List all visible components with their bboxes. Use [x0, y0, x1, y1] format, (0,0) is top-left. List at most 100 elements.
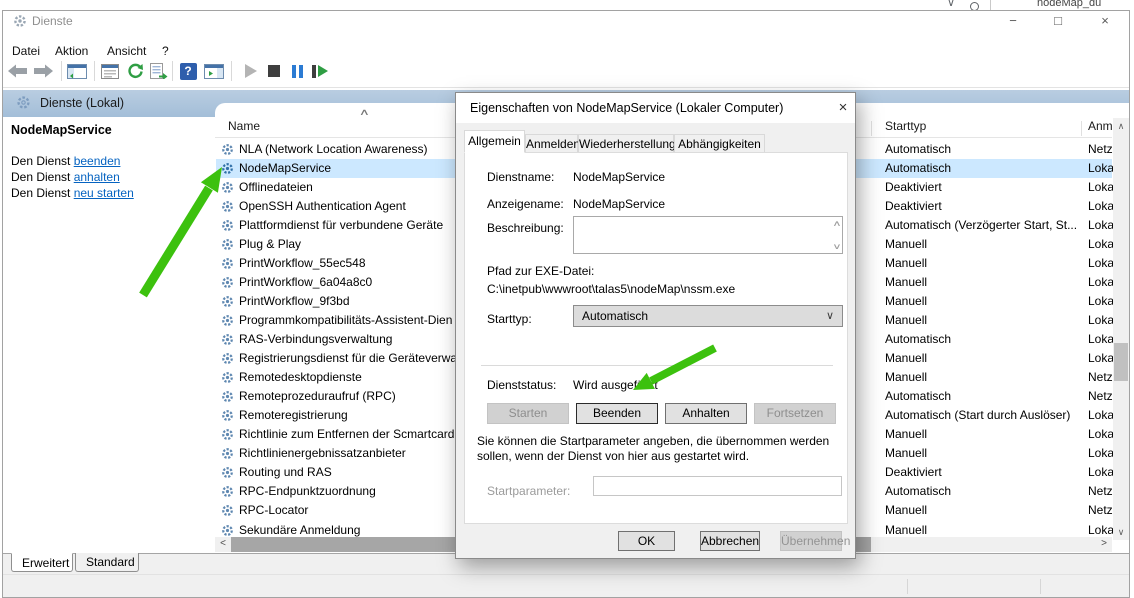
- start-service-button[interactable]: [240, 60, 262, 82]
- service-starttype: Manuell: [885, 368, 1085, 387]
- column-header-name[interactable]: Name: [228, 119, 260, 133]
- startparameter-input[interactable]: [593, 476, 842, 496]
- dialog-close-icon[interactable]: ×: [832, 97, 854, 119]
- tab-erweitert[interactable]: Erweitert: [11, 553, 73, 572]
- service-starttype: Automatisch: [885, 387, 1085, 406]
- close-button[interactable]: ×: [1090, 12, 1120, 30]
- service-gear-icon: [221, 524, 234, 537]
- service-gear-icon: [221, 238, 234, 251]
- service-logonas: Loka: [1088, 254, 1113, 273]
- restart-service-link[interactable]: neu starten: [74, 186, 134, 200]
- column-header-anmelden[interactable]: Anmelden als: [1088, 119, 1112, 133]
- restart-icon: [312, 65, 328, 78]
- starten-button[interactable]: Starten: [487, 403, 569, 424]
- column-header-starttyp[interactable]: Starttyp: [885, 119, 926, 133]
- service-gear-icon: [221, 447, 234, 460]
- service-starttype: Automatisch: [885, 140, 1085, 159]
- service-logonas: Loka: [1088, 292, 1113, 311]
- service-starttype: Deaktiviert: [885, 178, 1085, 197]
- scroll-down-icon[interactable]: ∨: [1113, 524, 1129, 540]
- restart-service-button[interactable]: [309, 60, 331, 82]
- service-gear-icon: [221, 409, 234, 422]
- action-pane-button[interactable]: [203, 60, 225, 82]
- vertical-scrollbar[interactable]: ∧ ∨: [1113, 118, 1129, 540]
- toolbar-separator: [231, 61, 232, 81]
- uebernehmen-button[interactable]: Übernehmen: [780, 531, 842, 551]
- ok-button[interactable]: OK: [618, 531, 675, 551]
- banner-title: Dienste (Lokal): [40, 96, 124, 110]
- service-gear-icon: [221, 504, 234, 517]
- service-gear-icon: [221, 200, 234, 213]
- starttyp-dropdown[interactable]: Automatisch ∨: [573, 305, 843, 327]
- toolbar-separator: [94, 61, 95, 81]
- service-logonas: Loka: [1088, 273, 1113, 292]
- service-logonas: Loka: [1088, 444, 1113, 463]
- divider: [990, 0, 991, 10]
- tab-standard[interactable]: Standard: [75, 553, 139, 572]
- service-starttype: Manuell: [885, 311, 1085, 330]
- abbrechen-button[interactable]: Abbrechen: [700, 531, 760, 551]
- service-starttype: Automatisch: [885, 159, 1085, 178]
- tab-abhaengigkeiten[interactable]: Abhängigkeiten: [674, 134, 765, 153]
- statusbar-divider: [907, 579, 908, 594]
- startparameter-hint: Sie können die Startparameter angeben, d…: [477, 434, 851, 464]
- anzeigename-value: NodeMapService: [573, 197, 665, 211]
- spin-up-icon[interactable]: ∧: [832, 219, 841, 228]
- tab-allgemein[interactable]: Allgemein: [464, 130, 525, 153]
- export-list-button[interactable]: [148, 60, 170, 82]
- forward-button[interactable]: [32, 60, 54, 82]
- service-logonas: Loka: [1088, 197, 1113, 216]
- service-logonas: Loka: [1088, 406, 1113, 425]
- column-divider[interactable]: [871, 121, 872, 136]
- anhalten-button[interactable]: Anhalten: [665, 403, 747, 424]
- stop-service-button[interactable]: [263, 60, 285, 82]
- beenden-button[interactable]: Beenden: [576, 403, 658, 424]
- console-tree-button[interactable]: [66, 60, 88, 82]
- tab-anmelden[interactable]: Anmelden: [525, 134, 578, 153]
- menu-ansicht[interactable]: Ansicht: [103, 42, 150, 60]
- startparameter-label: Startparameter:: [487, 484, 570, 498]
- service-starttype: Manuell: [885, 349, 1085, 368]
- maximize-button[interactable]: □: [1043, 12, 1073, 30]
- menu-datei[interactable]: Datei: [8, 42, 44, 60]
- sort-ascending-icon: ∧: [359, 107, 370, 118]
- service-logonas: Loka: [1088, 216, 1113, 235]
- service-logonas: Loka: [1088, 159, 1113, 178]
- stop-icon: [268, 65, 280, 77]
- beschreibung-textarea[interactable]: ∧ ∨: [573, 216, 843, 254]
- column-divider[interactable]: [1081, 121, 1082, 136]
- fortsetzen-button[interactable]: Fortsetzen: [754, 403, 836, 424]
- service-logonas: Loka: [1088, 311, 1113, 330]
- stop-service-link[interactable]: beenden: [74, 154, 121, 168]
- refresh-button[interactable]: [124, 60, 146, 82]
- screen: ∨ nodeMap_du Dienste − □ × Datei Aktion …: [0, 0, 1134, 598]
- scroll-right-icon[interactable]: >: [1096, 537, 1112, 552]
- back-button[interactable]: [6, 60, 28, 82]
- chevron-down-icon: ∨: [826, 306, 834, 326]
- properties-button[interactable]: [99, 60, 121, 82]
- vertical-scrollbar-thumb[interactable]: [1114, 343, 1128, 381]
- spin-down-icon[interactable]: ∨: [832, 242, 841, 251]
- tab-wiederherstellung[interactable]: Wiederherstellung: [578, 134, 674, 153]
- pause-service-link[interactable]: anhalten: [74, 170, 120, 184]
- dienstname-value: NodeMapService: [573, 170, 665, 184]
- minimize-button[interactable]: −: [998, 12, 1028, 30]
- service-starttype: Automatisch: [885, 330, 1085, 349]
- menu-aktion[interactable]: Aktion: [51, 42, 92, 60]
- service-logonas: Loka: [1088, 235, 1113, 254]
- help-button[interactable]: ?: [177, 60, 199, 82]
- menu-hilfe[interactable]: ?: [158, 42, 173, 60]
- scroll-up-icon[interactable]: ∧: [1113, 118, 1129, 134]
- service-starttype: Manuell: [885, 273, 1085, 292]
- properties-dialog: Eigenschaften von NodeMapService (Lokale…: [455, 92, 856, 559]
- dienstname-label: Dienstname:: [487, 170, 554, 184]
- service-gear-icon: [221, 181, 234, 194]
- service-starttype: Deaktiviert: [885, 463, 1085, 482]
- scroll-left-icon[interactable]: <: [215, 537, 231, 552]
- taskpane-action-stop: Den Dienst beenden: [11, 154, 120, 168]
- toolbar-separator: [61, 61, 62, 81]
- play-icon: [245, 64, 257, 78]
- service-gear-icon: [221, 466, 234, 479]
- pause-service-button[interactable]: [286, 60, 308, 82]
- service-logonas: Loka: [1088, 349, 1113, 368]
